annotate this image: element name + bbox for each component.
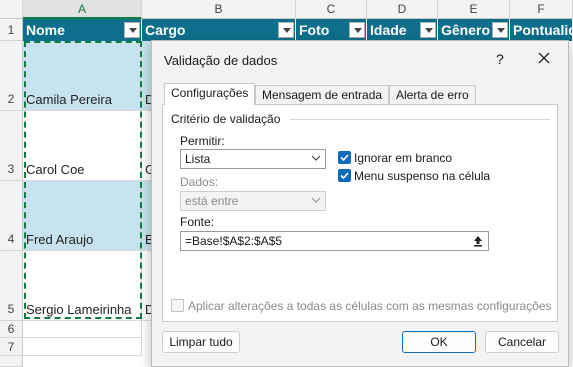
row-header-1[interactable]: 1 [0,19,23,41]
tab-alerta-de-erro[interactable]: Alerta de erro [389,85,476,105]
clear-all-button[interactable]: Limpar tudo [162,331,240,353]
ignore-blank-checkbox[interactable] [338,151,351,164]
checkmark-icon [340,154,349,162]
header-cell-nome[interactable]: Nome [23,19,142,41]
data-value: está entre [185,194,239,208]
header-cell-cargo[interactable]: Cargo [142,19,296,41]
filter-dropdown-icon[interactable] [420,22,436,38]
ok-button[interactable]: OK [402,331,476,353]
chevron-down-icon [311,155,321,161]
row-header-6[interactable]: 6 [0,321,23,338]
close-button[interactable] [531,47,557,71]
help-button[interactable]: ? [496,51,504,67]
corner-select-all[interactable] [0,0,23,19]
header-cell-foto[interactable]: Foto [296,19,367,41]
row-header-4[interactable]: 4 [0,181,23,251]
header-label: Foto [299,22,330,38]
column-header-d[interactable]: D [367,0,438,19]
row-header-8[interactable] [0,356,23,367]
header-cell-pontualidade[interactable]: Pontualid [510,19,573,41]
section-divider [290,119,550,120]
header-label: Pontualid [513,22,573,38]
row-header-7[interactable]: 7 [0,338,23,356]
in-cell-dropdown-label[interactable]: Menu suspenso na célula [354,169,490,183]
apply-all-label[interactable]: Aplicar alterações a todas as células co… [188,299,552,313]
column-header-f[interactable]: F [510,0,573,19]
in-cell-dropdown-checkbox[interactable] [338,169,351,182]
row-header-2[interactable]: 2 [0,41,23,111]
allow-value: Lista [185,152,211,166]
header-cell-idade[interactable]: Idade [367,19,438,41]
filter-dropdown-icon[interactable] [278,22,294,38]
dialog-title: Validação de dados [164,53,278,68]
source-value: =Base!$A$2:$A$5 [185,234,283,248]
row-header-3[interactable]: 3 [0,111,23,181]
cell-a7[interactable] [23,338,142,356]
copy-selection-border [24,41,142,319]
cancel-button[interactable]: Cancelar [485,331,559,353]
filter-dropdown-icon[interactable] [124,22,140,38]
apply-all-checkbox[interactable] [171,299,184,312]
tab-configuracoes[interactable]: Configurações [164,83,256,105]
column-header-c[interactable]: C [296,0,367,19]
close-icon [538,52,550,64]
allow-label: Permitir: [180,134,225,148]
cell-a6[interactable] [23,321,142,338]
chevron-down-icon [311,197,321,203]
header-cell-genero[interactable]: Gênero [438,19,510,41]
header-label: Nome [26,22,65,38]
data-label: Dados: [180,175,219,189]
source-label: Fonte: [180,215,215,229]
section-label: Critério de validação [171,112,281,126]
settings-panel: Critério de validação Permitir: Lista Da… [162,104,558,322]
column-header-a[interactable]: A [23,0,142,19]
column-header-b[interactable]: B [142,0,296,19]
filter-dropdown-icon[interactable] [492,22,508,38]
ignore-blank-label[interactable]: Ignorar em branco [354,151,452,165]
source-input[interactable]: =Base!$A$2:$A$5 [180,231,489,251]
header-label: Gênero [441,22,491,38]
allow-select[interactable]: Lista [180,149,326,169]
column-header-e[interactable]: E [438,0,510,19]
row-header-5[interactable]: 5 [0,251,23,321]
header-label: Idade [370,22,407,38]
tab-mensagem-de-entrada[interactable]: Mensagem de entrada [255,85,390,105]
data-validation-dialog: Validação de dados ? Configurações Mensa… [151,40,569,367]
header-label: Cargo [145,22,186,38]
checkmark-icon [340,172,349,180]
filter-dropdown-icon[interactable] [349,22,365,38]
data-select: está entre [180,191,326,211]
collapse-dialog-icon[interactable] [472,235,484,247]
